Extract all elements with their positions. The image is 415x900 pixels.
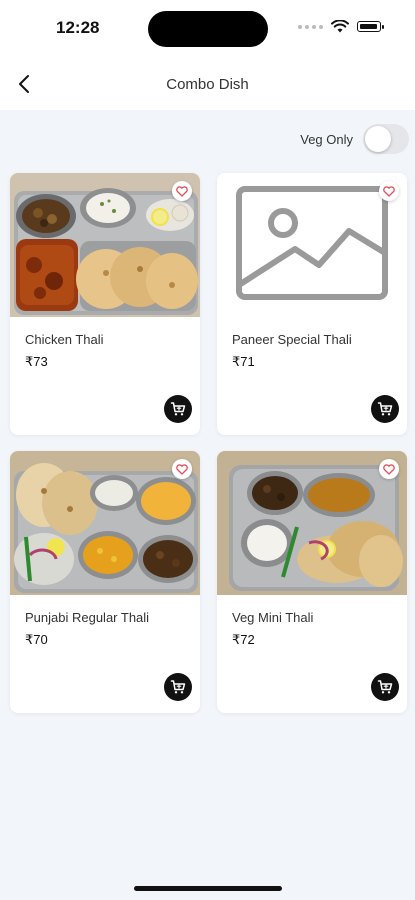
product-name: Chicken Thali bbox=[25, 332, 104, 347]
cart-icon bbox=[170, 402, 186, 416]
cart-icon bbox=[377, 680, 393, 694]
heart-icon bbox=[383, 185, 395, 197]
add-to-cart-button[interactable] bbox=[371, 395, 399, 423]
cart-icon bbox=[377, 402, 393, 416]
add-to-cart-button[interactable] bbox=[164, 673, 192, 701]
status-time: 12:28 bbox=[56, 18, 100, 37]
status-icons bbox=[298, 20, 384, 33]
favorite-button[interactable] bbox=[172, 459, 192, 479]
product-name: Paneer Special Thali bbox=[232, 332, 352, 347]
app-header: Combo Dish bbox=[0, 58, 415, 110]
toggle-knob bbox=[365, 126, 391, 152]
product-price: ₹70 bbox=[25, 632, 48, 647]
heart-icon bbox=[176, 463, 188, 475]
battery-icon bbox=[357, 21, 384, 32]
favorite-button[interactable] bbox=[379, 181, 399, 201]
add-to-cart-button[interactable] bbox=[371, 673, 399, 701]
veg-only-label: Veg Only bbox=[300, 131, 353, 147]
product-price: ₹73 bbox=[25, 354, 48, 369]
product-card[interactable]: Paneer Special Thali ₹71 bbox=[217, 173, 407, 435]
product-price: ₹72 bbox=[232, 632, 255, 647]
favorite-button[interactable] bbox=[379, 459, 399, 479]
signal-icon bbox=[298, 24, 323, 29]
product-name: Veg Mini Thali bbox=[232, 610, 314, 625]
punjabi-thali-photo bbox=[10, 451, 200, 595]
product-name: Punjabi Regular Thali bbox=[25, 610, 150, 625]
heart-icon bbox=[176, 185, 188, 197]
product-price: ₹71 bbox=[232, 354, 255, 369]
product-card[interactable]: Chicken Thali ₹73 bbox=[10, 173, 200, 435]
cart-icon bbox=[170, 680, 186, 694]
heart-icon bbox=[383, 463, 395, 475]
status-bar: 12:28 bbox=[0, 0, 415, 58]
veg-only-filter: Veg Only bbox=[300, 124, 409, 154]
veg-mini-thali-photo bbox=[217, 451, 407, 595]
product-card[interactable]: Punjabi Regular Thali ₹70 bbox=[10, 451, 200, 713]
wifi-icon bbox=[331, 20, 349, 33]
add-to-cart-button[interactable] bbox=[164, 395, 192, 423]
image-placeholder-icon bbox=[217, 173, 407, 317]
home-indicator[interactable] bbox=[134, 886, 282, 891]
veg-only-toggle[interactable] bbox=[363, 124, 409, 154]
favorite-button[interactable] bbox=[172, 181, 192, 201]
page-title: Combo Dish bbox=[166, 76, 249, 93]
chicken-thali-photo bbox=[10, 173, 200, 317]
product-card[interactable]: Veg Mini Thali ₹72 bbox=[217, 451, 407, 713]
dynamic-island bbox=[148, 11, 268, 47]
